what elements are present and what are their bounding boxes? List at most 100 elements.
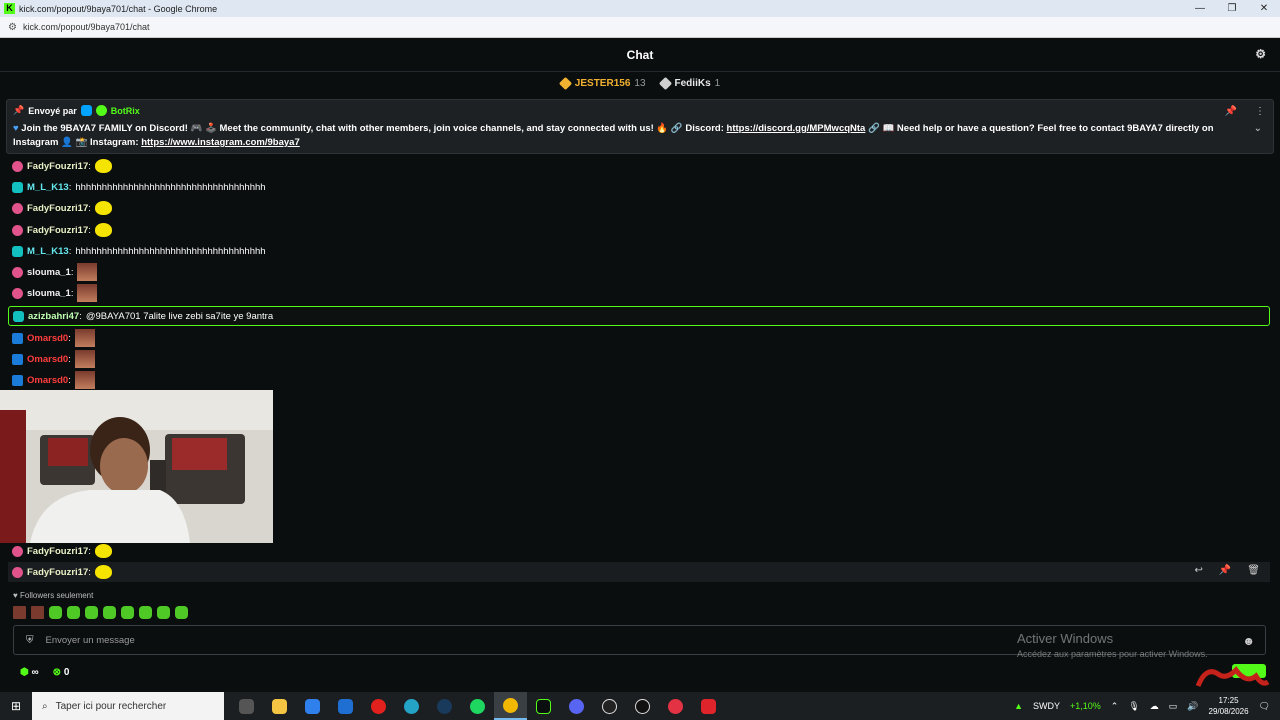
chat-message: FadyFouzri17: xyxy=(8,198,1270,218)
kick-counter-value: 0 xyxy=(63,667,70,678)
chat-title: Chat xyxy=(626,47,654,62)
emote-button[interactable] xyxy=(157,606,170,619)
taskbar-search[interactable]: ⌕ Taper ici pour rechercher xyxy=(32,692,224,720)
clock[interactable]: 17:25 29/08/2026 xyxy=(1209,695,1249,717)
app-red-icon[interactable] xyxy=(659,692,692,720)
emote-button[interactable] xyxy=(85,606,98,619)
chat-message: FadyFouzri17: xyxy=(8,541,1270,561)
file-explorer-icon[interactable] xyxy=(263,692,296,720)
windows-start-icon[interactable]: ⊞ xyxy=(0,699,32,713)
emote-icon xyxy=(94,201,112,215)
shield-icon[interactable]: ⛨ xyxy=(26,635,34,646)
minimize-button[interactable]: — xyxy=(1184,0,1216,17)
speedtest-icon[interactable] xyxy=(626,692,659,720)
volume-icon[interactable]: 🔊 xyxy=(1187,701,1198,712)
pin-message-icon[interactable]: 📌 xyxy=(1219,565,1231,576)
instagram-link[interactable]: https://www.instagram.com/9baya7 xyxy=(141,137,300,148)
url-text[interactable]: kick.com/popout/9baya701/chat xyxy=(23,22,150,32)
message-username[interactable]: FadyFouzri17 xyxy=(27,225,88,236)
chrome-icon[interactable] xyxy=(494,692,527,720)
emote-icon xyxy=(94,544,112,558)
activate-windows-subtitle: Accédez aux paramètres pour activer Wind… xyxy=(1017,649,1208,659)
notifications-icon[interactable]: 🗨 xyxy=(1259,701,1270,712)
message-input-placeholder[interactable]: Envoyer un message xyxy=(46,635,135,646)
clock-time: 17:25 xyxy=(1218,696,1239,705)
emote-button[interactable] xyxy=(175,606,188,619)
kick-counter[interactable]: ⊗ 0 xyxy=(53,667,70,678)
message-username[interactable]: M_L_K13 xyxy=(27,246,69,257)
chat-message: FadyFouzri17: xyxy=(8,156,1270,176)
site-info-icon[interactable]: ⚙ xyxy=(8,22,17,33)
spotify-icon[interactable] xyxy=(461,692,494,720)
delete-icon[interactable]: 🗑 xyxy=(1247,565,1260,576)
emote-button[interactable] xyxy=(139,606,152,619)
edge-icon[interactable] xyxy=(395,692,428,720)
stock-change: +1,10% xyxy=(1070,701,1101,711)
chat-message-hovered: FadyFouzri17: ↩ 📌 🗑 xyxy=(8,562,1270,582)
emote-button[interactable] xyxy=(13,606,26,619)
subscriber-badge-icon xyxy=(80,105,92,116)
system-tray: ▲ SWDY +1,10% ⌃ 🎙 ☁ ▭ 🔊 17:25 29/08/2026… xyxy=(1014,692,1280,720)
followers-only-label: Followers seulement xyxy=(19,591,94,600)
stock-ticker[interactable]: SWDY xyxy=(1033,701,1060,711)
message-username[interactable]: slouma_1 xyxy=(27,267,71,278)
discord-link[interactable]: https://discord.gg/MPMwcqNta xyxy=(727,123,866,134)
message-username[interactable]: FadyFouzri17 xyxy=(27,546,88,557)
emote-button[interactable] xyxy=(121,606,134,619)
points-button[interactable]: ⬢ ∞ xyxy=(20,667,39,678)
chevron-up-icon[interactable]: ⌃ xyxy=(1111,701,1119,712)
message-username[interactable]: FadyFouzri17 xyxy=(27,567,88,578)
window-title: kick.com/popout/9baya701/chat - Google C… xyxy=(19,3,218,14)
chevron-down-icon[interactable]: ⌄ xyxy=(1254,123,1262,134)
opera-icon[interactable] xyxy=(362,692,395,720)
network-icon[interactable]: ▭ xyxy=(1169,701,1178,712)
taskbar-apps xyxy=(230,692,725,720)
obs-icon[interactable] xyxy=(593,692,626,720)
channel-logo xyxy=(1195,664,1270,687)
cloud-icon[interactable]: ☁ xyxy=(1150,701,1159,712)
steam-icon[interactable] xyxy=(428,692,461,720)
kick-coin-icon: ⊗ xyxy=(52,667,62,678)
app-record-icon[interactable] xyxy=(692,692,725,720)
address-bar[interactable]: ⚙ kick.com/popout/9baya701/chat xyxy=(0,17,1280,38)
discord-icon[interactable] xyxy=(560,692,593,720)
chat-message: slouma_1: xyxy=(8,262,1270,282)
restore-button[interactable]: ❐ xyxy=(1216,0,1248,17)
message-username[interactable]: azizbahri47 xyxy=(28,311,79,322)
gifter-item[interactable]: FediiKs 1 xyxy=(658,76,720,90)
emote-button[interactable] xyxy=(103,606,116,619)
emote-button[interactable] xyxy=(49,606,62,619)
taskbar-search-placeholder[interactable]: Taper ici pour rechercher xyxy=(56,701,167,712)
message-username[interactable]: FadyFouzri17 xyxy=(27,161,88,172)
message-username[interactable]: M_L_K13 xyxy=(27,182,69,193)
emote-icon xyxy=(77,284,98,302)
message-username[interactable]: Omarsd0 xyxy=(27,354,68,365)
sub-badge-icon xyxy=(12,181,23,193)
kick-logo-icon: K xyxy=(4,3,15,14)
emote-icon xyxy=(74,329,95,347)
message-username[interactable]: Omarsd0 xyxy=(27,375,68,386)
emote-button[interactable] xyxy=(67,606,80,619)
emoji-picker-icon[interactable]: ☻ xyxy=(1242,634,1255,648)
pinned-actions: 📌 ⋮ ⌄ xyxy=(1225,106,1265,134)
message-username[interactable]: FadyFouzri17 xyxy=(27,203,88,214)
more-options-icon[interactable]: ⋮ xyxy=(1255,106,1265,117)
task-view-icon[interactable] xyxy=(230,692,263,720)
message-username[interactable]: slouma_1 xyxy=(27,288,71,299)
unpin-icon[interactable]: 📌 xyxy=(1225,106,1237,117)
emote-icon xyxy=(94,223,112,237)
close-button[interactable]: ✕ xyxy=(1248,0,1280,17)
reply-icon[interactable]: ↩ xyxy=(1194,565,1202,576)
emote-icon xyxy=(94,159,112,173)
pinned-header: 📌 Envoyé par BotRix xyxy=(13,105,1233,116)
search-icon: ⌕ xyxy=(42,700,48,712)
message-username[interactable]: Omarsd0 xyxy=(27,333,68,344)
microphone-icon[interactable]: 🎙 xyxy=(1128,701,1139,712)
kick-app-icon[interactable] xyxy=(527,692,560,720)
pinned-author[interactable]: BotRix xyxy=(111,106,140,116)
emote-button[interactable] xyxy=(31,606,44,619)
chat-settings-icon[interactable]: ⚙ xyxy=(1255,47,1266,61)
gifter-item[interactable]: JESTER156 13 xyxy=(558,76,646,90)
mail-icon[interactable] xyxy=(329,692,362,720)
store-icon[interactable] xyxy=(296,692,329,720)
